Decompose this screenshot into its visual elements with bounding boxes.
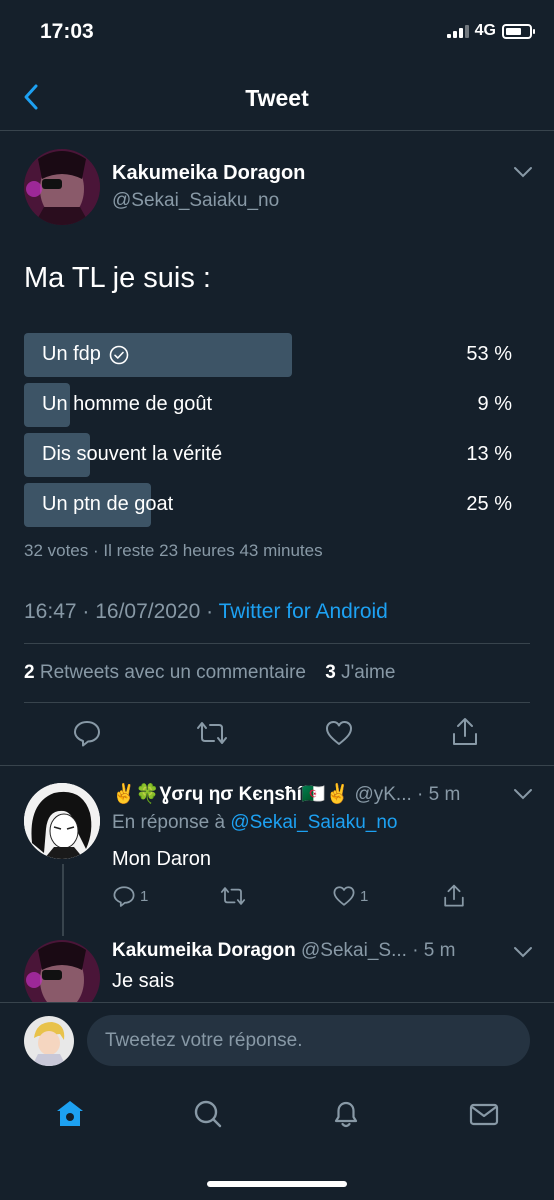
share-icon [444, 884, 464, 907]
reply-context: En réponse à @Sekai_Saiaku_no [112, 812, 398, 834]
like-button[interactable] [324, 718, 354, 753]
reply-icon [113, 886, 135, 907]
chevron-down-icon [514, 167, 532, 178]
tweet-timestamp: 16:47 · 16/07/2020 · [24, 600, 219, 623]
battery-icon [502, 23, 535, 39]
mail-icon [469, 1103, 499, 1126]
home-indicator[interactable] [207, 1181, 347, 1187]
reply-author-handle[interactable]: @yK... [354, 784, 411, 805]
user-avatar[interactable] [24, 1016, 74, 1066]
reply-share-button[interactable] [442, 883, 466, 909]
thread-line [62, 864, 64, 936]
reply-reply-button[interactable]: 1 [112, 884, 148, 908]
tweet-menu-button[interactable] [512, 164, 534, 185]
poll-option-label: Un fdp [42, 343, 101, 365]
reply-button[interactable] [72, 718, 102, 753]
author-handle[interactable]: @Sekai_Saiaku_no [112, 190, 279, 212]
reply-time: · 5 m [412, 940, 456, 961]
reply-text: Je sais [112, 970, 175, 992]
tweet-stats: 2 Retweets avec un commentaire 3 J'aime [24, 662, 395, 684]
poll-option-label: Un homme de goût [42, 393, 213, 415]
poll-option: Un fdp [42, 343, 129, 366]
likes-label: J'aime [335, 662, 396, 683]
reply-time: · 5 m [417, 784, 461, 805]
reply-icon [74, 721, 100, 747]
tab-notifications[interactable] [326, 1094, 366, 1134]
divider [24, 702, 530, 703]
author-name[interactable]: Kakumeika Doragon [112, 162, 305, 185]
poll-option-label: Un ptn de goat [42, 493, 174, 515]
poll-option-label: Dis souvent la vérité [42, 443, 223, 465]
reply-avatar[interactable] [24, 783, 100, 859]
avatar-image [24, 1016, 74, 1066]
reply-header: Kakumeika Doragon @Sekai_S... · 5 m [112, 940, 508, 962]
share-icon [453, 718, 477, 745]
reply-author-name[interactable]: Kakumeika Doragon [112, 940, 296, 961]
reply-header: ✌️🍀Ɣσɾɥ ησ Κєηѕħí🇩🇿✌️ @yK... · 5 m [112, 782, 508, 806]
reply-input-placeholder: Tweetez votre réponse. [105, 1029, 303, 1051]
reply-like-count: 1 [360, 887, 369, 905]
retweet-icon [197, 722, 227, 744]
tab-search[interactable] [188, 1094, 228, 1134]
reply-input[interactable]: Tweetez votre réponse. [87, 1015, 530, 1066]
retweets-label: Retweets avec un commentaire [34, 662, 306, 683]
reply-context-handle[interactable]: @Sekai_Saiaku_no [230, 812, 397, 833]
poll-option-percent: 53 % [466, 343, 512, 365]
reply-retweet-button[interactable] [220, 884, 246, 908]
tweet-text: Ma TL je suis : [24, 262, 211, 294]
likes-stat[interactable]: 3 J'aime [325, 662, 395, 683]
heart-icon [326, 721, 352, 745]
poll-option-percent: 13 % [466, 443, 512, 465]
retweets-stat[interactable]: 2 Retweets avec un commentaire [24, 662, 306, 683]
status-time: 17:03 [40, 20, 94, 43]
likes-count: 3 [325, 662, 336, 683]
heart-icon [333, 886, 355, 906]
avatar-image [24, 149, 100, 225]
reply-menu-button[interactable] [512, 786, 534, 807]
network-label: 4G [474, 22, 496, 39]
divider [0, 1002, 554, 1003]
reply-menu-button[interactable] [512, 944, 534, 965]
check-circle-icon [109, 345, 129, 364]
reply-avatar[interactable] [24, 940, 100, 1002]
retweet-button[interactable] [196, 718, 228, 753]
reply-author-name[interactable]: ✌️🍀Ɣσɾɥ ησ Κєηѕħí🇩🇿✌️ [112, 784, 349, 805]
poll-option-percent: 9 % [477, 393, 512, 415]
status-indicators: 4G [446, 22, 535, 40]
reply-text: Mon Daron [112, 848, 211, 870]
reply-context-prefix: En réponse à [112, 812, 231, 833]
search-icon [194, 1100, 222, 1128]
chevron-down-icon [514, 789, 532, 800]
retweets-count: 2 [24, 662, 35, 683]
tab-home[interactable] [50, 1094, 90, 1134]
divider [24, 643, 530, 644]
share-button[interactable] [450, 716, 480, 753]
retweet-icon [220, 887, 246, 905]
poll-option-percent: 25 % [466, 493, 512, 515]
avatar-image [24, 940, 100, 1002]
tab-messages[interactable] [464, 1094, 504, 1134]
poll-meta: 32 votes · Il reste 23 heures 43 minutes [24, 541, 323, 560]
divider [0, 765, 554, 766]
header-divider [0, 130, 554, 131]
tweet-source-link[interactable]: Twitter for Android [219, 600, 388, 623]
signal-icon [446, 24, 469, 38]
tweet-timestamp-row: 16:47 · 16/07/2020 · Twitter for Android [24, 600, 388, 624]
home-icon [57, 1101, 83, 1126]
reply-reply-count: 1 [140, 887, 149, 905]
reply-like-button[interactable]: 1 [332, 884, 368, 908]
avatar[interactable] [24, 149, 100, 225]
page-title: Tweet [245, 85, 309, 111]
avatar-image [24, 783, 100, 859]
bell-icon [334, 1101, 358, 1128]
reply-author-handle[interactable]: @Sekai_S... [301, 940, 407, 961]
chevron-down-icon [514, 947, 532, 958]
reply-item: Kakumeika Doragon @Sekai_S... · 5 m Je s… [0, 930, 554, 1002]
